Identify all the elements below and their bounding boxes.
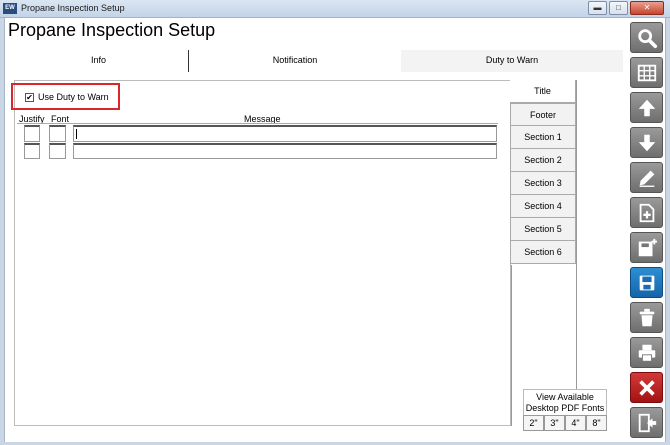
search-icon — [637, 28, 657, 48]
delete-button[interactable] — [630, 302, 663, 333]
pencil-icon — [639, 170, 654, 187]
section-tab-section-1[interactable]: Section 1 — [510, 126, 576, 149]
row-1-justify-field[interactable] — [24, 125, 40, 142]
save-new-button[interactable] — [630, 232, 663, 263]
new-record-button[interactable] — [630, 197, 663, 228]
row-1-font-field[interactable] — [49, 125, 66, 142]
grid-view-button[interactable] — [630, 57, 663, 88]
use-duty-to-warn-label: Use Duty to Warn — [38, 92, 109, 102]
move-down-button[interactable] — [630, 127, 663, 158]
section-tab-section-6[interactable]: Section 6 — [510, 241, 576, 264]
row-2-message-field[interactable] — [73, 143, 497, 159]
tab-duty-to-warn[interactable]: Duty to Warn — [401, 50, 623, 72]
page-title: Propane Inspection Setup — [8, 20, 216, 40]
use-duty-to-warn-row[interactable]: ✔ Use Duty to Warn — [25, 92, 109, 102]
view-pdf-fonts-button[interactable]: View Available Desktop PDF Fonts — [523, 389, 607, 415]
section-tab-section-5[interactable]: Section 5 — [510, 218, 576, 241]
move-up-button[interactable] — [630, 92, 663, 123]
new-document-icon — [639, 203, 654, 222]
row-2-justify-field[interactable] — [24, 143, 40, 159]
cancel-icon — [638, 379, 655, 396]
save-button[interactable] — [630, 267, 663, 298]
pdf-fonts-panel: View Available Desktop PDF Fonts 2" 3" 4… — [523, 389, 607, 431]
use-duty-to-warn-checkbox[interactable]: ✔ — [25, 92, 34, 102]
search-button[interactable] — [630, 22, 663, 53]
window-title: Propane Inspection Setup — [21, 3, 125, 13]
pdf-font-size-3-button[interactable]: 3" — [544, 415, 565, 431]
print-button[interactable] — [630, 337, 663, 368]
tab-notification[interactable]: Notification — [189, 50, 401, 72]
pdf-font-size-2-button[interactable]: 2" — [523, 415, 544, 431]
edit-button[interactable] — [630, 162, 663, 193]
section-tab-list: Title Footer Section 1 Section 2 Section… — [510, 80, 577, 426]
row-1-message-field[interactable] — [73, 125, 497, 142]
tab-info[interactable]: Info — [9, 50, 189, 72]
tab-bar: Info Notification Duty to Warn — [9, 50, 623, 72]
pdf-fonts-title-line-1: View Available — [536, 392, 594, 402]
close-window-button[interactable]: ✕ — [630, 1, 664, 15]
row-2-font-field[interactable] — [49, 143, 66, 159]
header-divider — [17, 123, 498, 124]
section-tab-section-3[interactable]: Section 3 — [510, 172, 576, 195]
arrow-down-icon — [638, 134, 655, 151]
action-toolbar — [630, 22, 664, 442]
section-tab-section-4[interactable]: Section 4 — [510, 195, 576, 218]
section-tab-title[interactable]: Title — [510, 80, 576, 103]
minimize-button[interactable]: ▬ — [588, 1, 607, 15]
maximize-button[interactable]: □ — [609, 1, 628, 15]
section-tab-section-2[interactable]: Section 2 — [510, 149, 576, 172]
window-titlebar: EW Propane Inspection Setup ▬ □ ✕ — [0, 0, 670, 18]
app-icon: EW — [3, 3, 17, 14]
section-tab-footer[interactable]: Footer — [510, 103, 576, 126]
save-new-icon — [638, 238, 657, 256]
exit-icon — [638, 413, 656, 432]
pdf-font-size-8-button[interactable]: 8" — [586, 415, 607, 431]
text-caret — [76, 129, 77, 139]
cancel-button[interactable] — [630, 372, 663, 403]
section-tab-divider — [511, 265, 512, 426]
exit-button[interactable] — [630, 407, 663, 438]
arrow-up-icon — [638, 99, 655, 116]
pdf-font-size-4-button[interactable]: 4" — [565, 415, 586, 431]
trash-icon — [639, 308, 654, 326]
pdf-fonts-title-line-2: Desktop PDF Fonts — [525, 403, 605, 413]
grid-icon — [637, 64, 656, 81]
print-icon — [638, 344, 655, 362]
save-icon — [639, 275, 654, 290]
